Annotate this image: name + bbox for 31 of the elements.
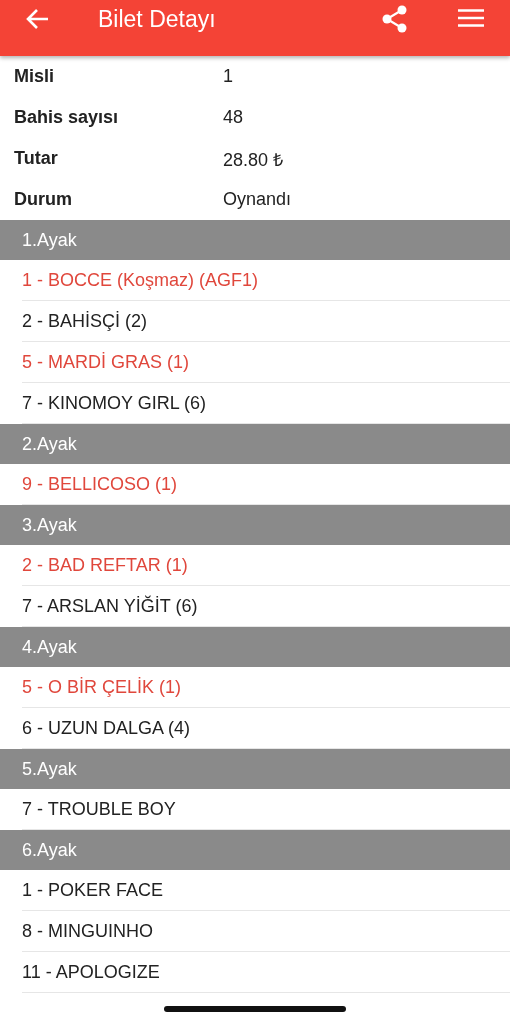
menu-icon[interactable]: [458, 8, 484, 28]
field-value: Oynandı: [223, 189, 292, 210]
leg-header: 1.Ayak: [0, 220, 510, 260]
horse-entry: 7 - KINOMOY GIRL (6): [22, 392, 207, 414]
field-label: Durum: [13, 189, 73, 210]
horse-entry: 9 - BELLICOSO (1): [22, 473, 178, 495]
horse-entry: 1 - BOCCE (Koşmaz) (AGF1): [22, 269, 259, 291]
horse-entry: 6 - UZUN DALGA (4): [22, 717, 191, 739]
horse-entry: 5 - MARDİ GRAS (1): [22, 351, 190, 373]
leg-header: 5.Ayak: [0, 749, 510, 789]
horse-entry: 2 - BAHİSÇİ (2): [22, 310, 148, 332]
field-label: Bahis sayısı: [13, 107, 120, 128]
field-value: 48: [223, 107, 244, 128]
back-icon[interactable]: [26, 8, 50, 30]
leg-header: 2.Ayak: [0, 424, 510, 464]
horse-entry: 5 - O BİR ÇELİK (1): [22, 676, 182, 698]
leg-header: 6.Ayak: [0, 830, 510, 870]
share-icon[interactable]: [382, 5, 408, 33]
screen-title: Bilet Detayı: [98, 6, 216, 32]
horse-entry: 11 - APOLOGIZE: [22, 961, 160, 983]
horse-entry: 2 - BAD REFTAR (1): [22, 554, 188, 576]
horse-entry: 1 - POKER FACE: [22, 879, 164, 901]
leg-header: 4.Ayak: [0, 627, 510, 667]
horse-entry: 7 - ARSLAN YİĞİT (6): [22, 595, 198, 617]
field-value: 1: [223, 66, 233, 87]
field-value: 28.80 ₺: [223, 148, 284, 171]
field-label: Tutar: [13, 148, 59, 169]
horse-entry: 7 - TROUBLE BOY: [22, 798, 176, 820]
horse-entry: 8 - MINGUINHO: [22, 920, 153, 942]
leg-header: 3.Ayak: [0, 505, 510, 545]
field-label: Misli: [13, 66, 55, 87]
